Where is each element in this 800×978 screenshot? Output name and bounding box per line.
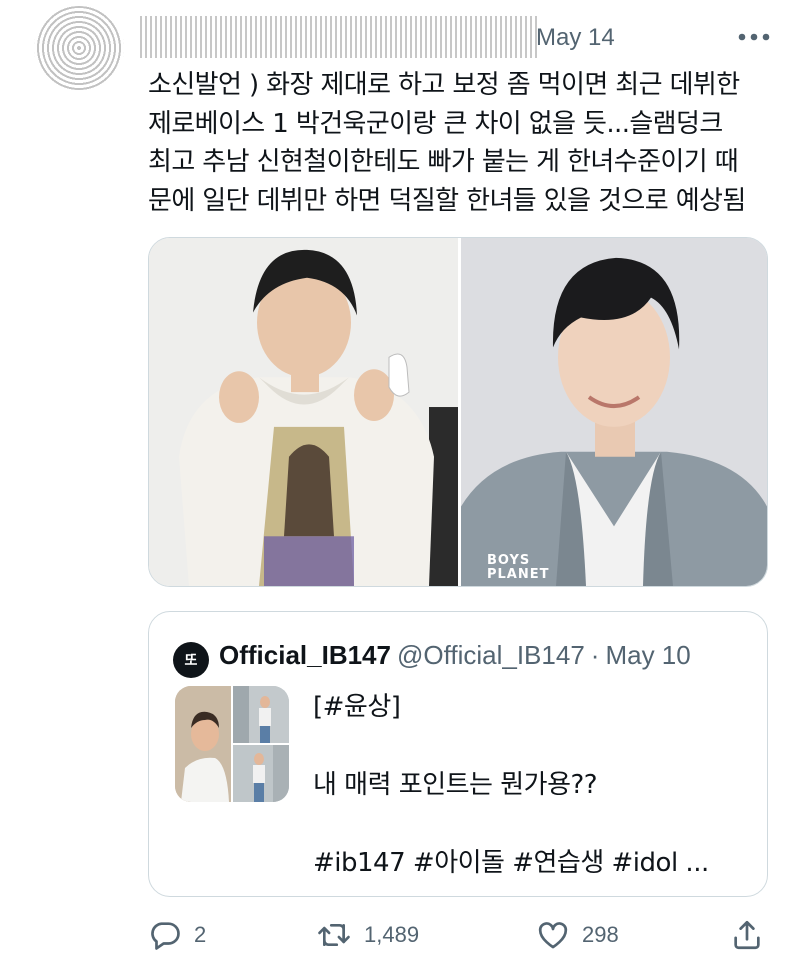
retweet-count: 1,489 [364, 922, 420, 947]
quote-hashtags[interactable]: #ib147 #아이돌 #연습생 #idol ... [313, 842, 709, 879]
author-name-redacted [140, 16, 540, 58]
media-photo-right[interactable]: BOYS PLANET [461, 238, 767, 586]
quote-media[interactable] [175, 686, 289, 802]
quote-avatar-glyph: 또 [184, 653, 198, 669]
quote-header: Official_IB147 @Official_IB147 · May 10 [219, 640, 691, 671]
quote-media-photo-bottom [233, 745, 289, 802]
like-count: 298 [582, 922, 619, 947]
tweet-text-line: 소신발언 ) 화장 제대로 하고 보정 좀 먹이면 최근 데뷔한 [148, 70, 740, 100]
quote-text-line: [#윤상] [313, 692, 401, 722]
watermark-line-2: PLANET [487, 567, 550, 582]
boys-planet-watermark: BOYS PLANET [487, 554, 550, 582]
quote-media-photo-main [175, 686, 231, 802]
quote-media-column [233, 686, 289, 802]
tweet-text-line: 문에 일단 데뷔만 하면 덕질할 한녀들 있을 것으로 예상됨 [148, 185, 746, 216]
quote-media-photo-top [233, 686, 289, 743]
tweet-text: 소신발언 ) 화장 제대로 하고 보정 좀 먹이면 최근 데뷔한 제로베이스 1… [148, 66, 788, 220]
quote-date[interactable]: May 10 [605, 640, 690, 670]
share-icon [730, 918, 764, 952]
tweet-media: BOYS PLANET [148, 237, 768, 587]
tweet-date[interactable]: May 14 [536, 24, 615, 52]
quote-author-name[interactable]: Official_IB147 [219, 640, 391, 670]
reply-icon [148, 918, 182, 952]
more-options-icon[interactable] [734, 22, 774, 52]
author-avatar[interactable] [34, 6, 124, 90]
like-button[interactable]: 298 [536, 918, 619, 952]
watermark-line-1: BOYS [487, 553, 531, 568]
retweet-button[interactable]: 1,489 [316, 918, 419, 952]
quote-author-avatar[interactable]: 또 [173, 642, 209, 678]
tweet-text-line: 제로베이스 1 박건욱군이랑 큰 차이 없을 듯...슬램덩크 [148, 108, 723, 139]
quoted-tweet[interactable]: 또 Official_IB147 @Official_IB147 · May 10 [148, 611, 768, 897]
reply-count: 2 [194, 922, 207, 947]
tweet-actions: 2 1,489 298 [0, 918, 800, 964]
share-button[interactable] [730, 918, 764, 952]
tweet-text-line: 최고 추남 신현철이한테도 빠가 붙는 게 한녀수준이기 때 [148, 147, 739, 177]
heart-icon [536, 918, 570, 952]
reply-button[interactable]: 2 [148, 918, 206, 952]
quote-separator: · [590, 640, 600, 670]
quote-text-line: 내 매력 포인트는 뭔가용?? [313, 770, 598, 800]
retweet-icon [316, 918, 352, 952]
quote-author-handle[interactable]: @Official_IB147 [397, 640, 585, 670]
media-photo-left[interactable] [149, 238, 458, 586]
